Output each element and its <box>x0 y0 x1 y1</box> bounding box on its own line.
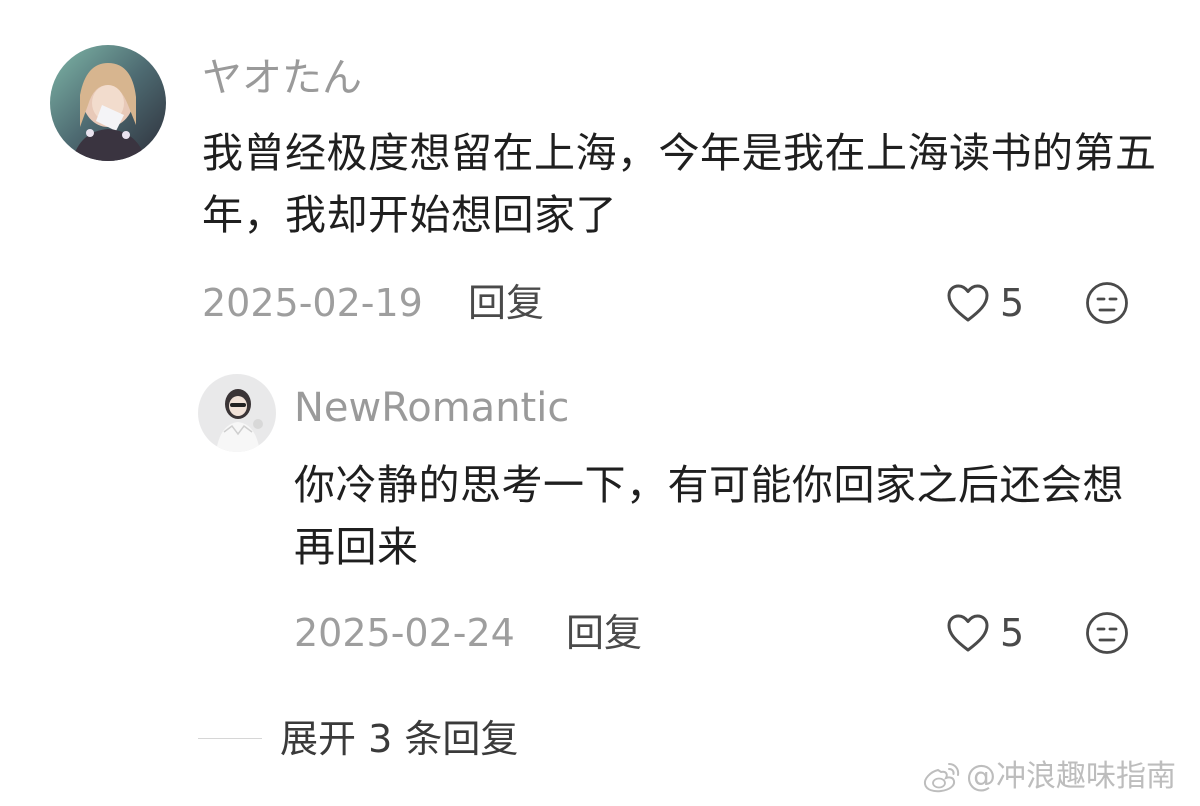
heart-outline-icon <box>947 284 989 322</box>
reply-date: 2025-02-24 <box>294 611 515 655</box>
commenter-avatar[interactable] <box>50 45 166 161</box>
comment-like-count: 5 <box>1000 281 1025 325</box>
avatar-image-icon <box>50 45 166 161</box>
replier-username[interactable]: NewRomantic <box>294 382 569 434</box>
reply-like-count: 5 <box>1000 611 1025 655</box>
watermark: @冲浪趣味指南 <box>922 757 1176 797</box>
comment-like-button[interactable]: 5 <box>946 280 1024 326</box>
weibo-icon <box>923 763 960 793</box>
comment-date: 2025-02-19 <box>202 281 423 325</box>
reply-dislike-button[interactable] <box>1085 611 1129 655</box>
expand-divider <box>198 738 262 739</box>
neutral-face-icon <box>1086 282 1128 324</box>
comment-reply-button[interactable]: 回复 <box>468 280 544 326</box>
commenter-username[interactable]: ヤオたん <box>202 52 362 104</box>
comment-dislike-button[interactable] <box>1085 281 1129 325</box>
expand-replies-button[interactable]: 展开 3 条回复 <box>280 716 518 762</box>
reply-text: 你冷静的思考一下，有可能你回家之后还会想再回来 <box>294 461 1124 571</box>
watermark-text: @冲浪趣味指南 <box>966 759 1176 794</box>
replier-avatar[interactable] <box>198 374 276 452</box>
neutral-face-icon <box>1086 612 1128 654</box>
avatar-image-icon <box>198 374 276 452</box>
reply-reply-button[interactable]: 回复 <box>566 610 642 656</box>
comment-text: 我曾经极度想留在上海，今年是我在上海读书的第五年，我却开始想回家了 <box>202 129 1157 239</box>
reply-like-button[interactable]: 5 <box>946 610 1024 656</box>
heart-outline-icon <box>947 614 989 652</box>
